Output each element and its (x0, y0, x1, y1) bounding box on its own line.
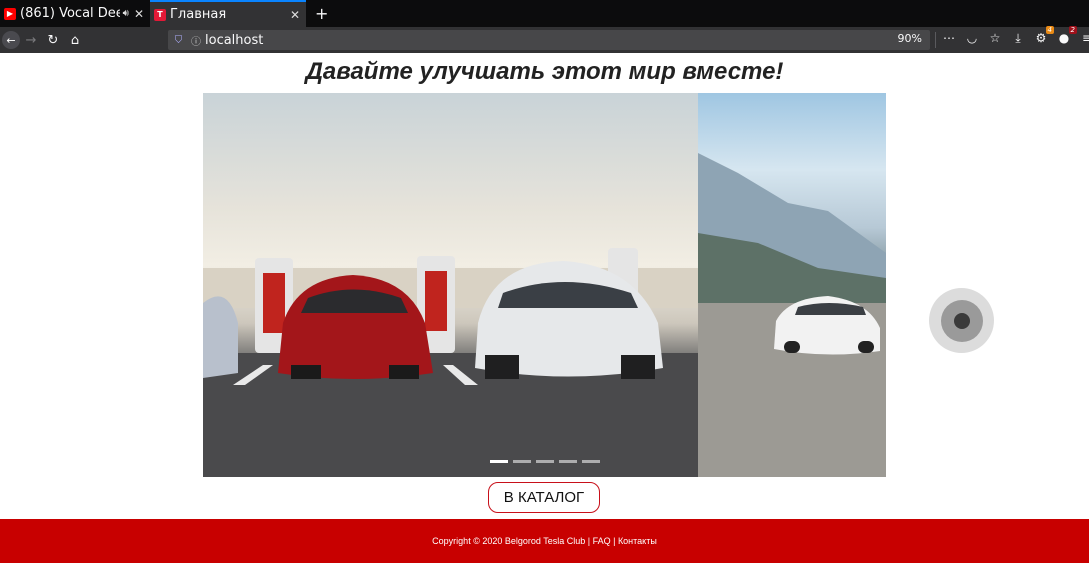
circle-target-mid (940, 299, 983, 342)
new-tab-button[interactable]: + (306, 0, 337, 27)
close-icon[interactable]: ✕ (290, 8, 300, 22)
menu-icon[interactable]: ≡ (1080, 31, 1089, 46)
faq-link[interactable]: FAQ (593, 536, 611, 546)
image-slider[interactable] (203, 93, 886, 477)
bookmark-star-icon[interactable]: ☆ (988, 31, 1002, 46)
circle-target-icon[interactable] (929, 288, 994, 353)
tab-title: (861) Vocal Dee (20, 6, 120, 21)
tesla-icon: T (154, 8, 166, 21)
divider (935, 32, 936, 48)
footer-separator: | (585, 536, 593, 546)
back-arrow-icon[interactable]: ← (2, 31, 20, 49)
toolbar-icons: ⋯ ◡ ☆ ⤓ ⚙ 4 ● 2 ≡ (942, 26, 1089, 46)
slide-mountain-image (698, 93, 886, 477)
info-icon[interactable]: ⓘ (191, 33, 201, 48)
ublock-badge: 2 (1068, 26, 1077, 34)
footer: Copyright © 2020 Belgorod Tesla Club | F… (0, 519, 1089, 563)
slider-pagination (490, 460, 600, 463)
footer-separator: | (610, 536, 618, 546)
home-icon[interactable]: ⌂ (64, 33, 86, 48)
extension-icon[interactable]: ⚙ 4 (1034, 26, 1054, 46)
reload-icon[interactable]: ↻ (42, 33, 64, 48)
slider-dot[interactable] (536, 460, 554, 463)
speaker-icon[interactable]: 🔊︎ (123, 8, 129, 19)
page-actions-icon[interactable]: ⋯ (942, 31, 956, 46)
close-icon[interactable]: ✕ (134, 7, 144, 21)
slider-dot[interactable] (582, 460, 600, 463)
forward-arrow-icon[interactable]: → (20, 33, 42, 48)
extension-badge: 4 (1045, 26, 1054, 34)
tab-youtube[interactable]: ▶ (861) Vocal Dee 🔊︎ ✕ (0, 0, 150, 27)
download-icon[interactable]: ⤓ (1011, 31, 1025, 46)
url-bar[interactable]: ⛉ ⓘ localhost 90% (168, 30, 930, 50)
circle-target-core (953, 312, 970, 329)
mountain-scene (698, 153, 886, 477)
tab-glavnaya[interactable]: T Главная ✕ (150, 0, 306, 27)
slide-supercharger-image (203, 93, 698, 477)
zoom-level[interactable]: 90% (898, 32, 922, 45)
page-title: Давайте улучшать этот мир вместе! (305, 58, 784, 85)
pocket-icon[interactable]: ◡ (965, 31, 979, 46)
supercharger-scene (203, 248, 698, 477)
contacts-link[interactable]: Контакты (618, 536, 657, 546)
slider-dot[interactable] (490, 460, 508, 463)
ublock-icon[interactable]: ● 2 (1057, 26, 1077, 46)
tab-title: Главная (170, 7, 227, 22)
browser-tab-bar: ▶ (861) Vocal Dee 🔊︎ ✕ T Главная ✕ + (0, 0, 1089, 27)
copyright-text: Copyright © 2020 Belgorod Tesla Club (432, 536, 586, 546)
slider-dot[interactable] (559, 460, 577, 463)
youtube-icon: ▶ (4, 7, 16, 20)
url-text[interactable]: localhost (205, 33, 263, 48)
catalog-button[interactable]: В КАТАЛОГ (488, 482, 600, 513)
browser-nav-bar: ← → ↻ ⌂ ⛉ ⓘ localhost 90% ⋯ ◡ ☆ ⤓ ⚙ 4 ● 2 … (0, 26, 1089, 53)
slider-dot[interactable] (513, 460, 531, 463)
shield-icon[interactable]: ⛉ (172, 34, 185, 47)
